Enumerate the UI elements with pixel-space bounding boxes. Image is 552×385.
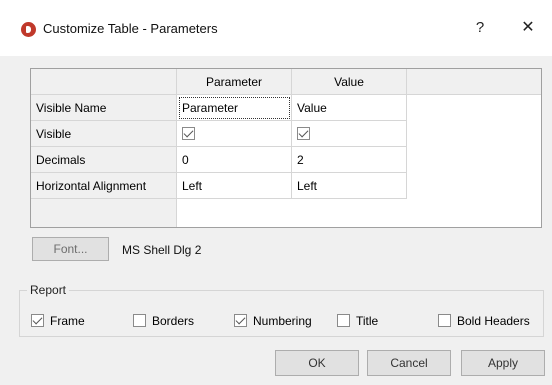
cell-decimals-value[interactable]: 2 (292, 147, 407, 173)
current-font-label: MS Shell Dlg 2 (122, 243, 202, 257)
numbering-label: Numbering (253, 314, 312, 328)
app-icon (21, 22, 36, 37)
borders-option[interactable]: Borders (133, 313, 194, 329)
ok-button[interactable]: OK (275, 350, 359, 376)
header-fill (407, 69, 541, 95)
bold-headers-option[interactable]: Bold Headers (438, 313, 530, 329)
row-header-visible[interactable]: Visible (31, 121, 177, 147)
parameters-grid: Parameter Value Visible Name Parameter V… (30, 68, 542, 228)
row-header-horizontal-alignment[interactable]: Horizontal Alignment (31, 173, 177, 199)
bold-headers-label: Bold Headers (457, 314, 530, 328)
cancel-button[interactable]: Cancel (367, 350, 451, 376)
font-button[interactable]: Font... (32, 237, 109, 261)
frame-label: Frame (50, 314, 85, 328)
column-header-parameter[interactable]: Parameter (177, 69, 292, 95)
row-header-fill (31, 199, 177, 227)
cell-visible-name-parameter[interactable]: Parameter (177, 95, 292, 121)
report-legend: Report (27, 283, 70, 297)
bold-headers-checkbox[interactable] (438, 313, 451, 327)
frame-checkbox[interactable] (31, 313, 44, 327)
title-bar: Customize Table - Parameters ? ✕ (0, 0, 552, 56)
apply-button[interactable]: Apply (461, 350, 545, 376)
frame-option[interactable]: Frame (31, 313, 85, 329)
numbering-option[interactable]: Numbering (234, 313, 312, 329)
row-header-decimals[interactable]: Decimals (31, 147, 177, 173)
column-header-value[interactable]: Value (292, 69, 407, 95)
visible-value-checkbox[interactable] (297, 127, 310, 141)
numbering-checkbox[interactable] (234, 313, 247, 327)
help-button[interactable]: ? (468, 16, 492, 40)
cell-visible-parameter[interactable] (177, 121, 292, 147)
borders-label: Borders (152, 314, 195, 328)
cell-alignment-value[interactable]: Left (292, 173, 407, 199)
borders-checkbox[interactable] (133, 313, 146, 327)
title-checkbox[interactable] (337, 313, 350, 327)
cell-visible-name-value[interactable]: Value (292, 95, 407, 121)
visible-parameter-checkbox[interactable] (182, 127, 195, 141)
cell-visible-value[interactable] (292, 121, 407, 147)
row-header-visible-name[interactable]: Visible Name (31, 95, 177, 121)
title-label: Title (356, 314, 379, 328)
cell-decimals-parameter[interactable]: 0 (177, 147, 292, 173)
close-button[interactable]: ✕ (516, 16, 540, 40)
cell-alignment-parameter[interactable]: Left (177, 173, 292, 199)
title-option[interactable]: Title (337, 313, 378, 329)
window-title: Customize Table - Parameters (43, 21, 218, 36)
grid-corner (31, 69, 177, 95)
